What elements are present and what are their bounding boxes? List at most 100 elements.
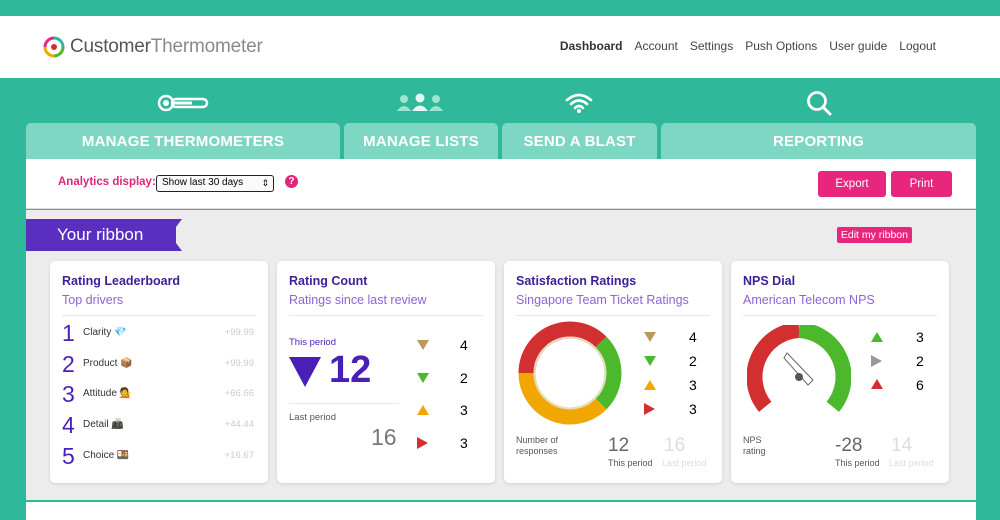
brand-name-part1: Customer bbox=[70, 36, 151, 57]
driver-label: Product 📦 bbox=[83, 358, 133, 369]
nps-gauge bbox=[747, 325, 851, 412]
card-title: Rating Count bbox=[289, 274, 368, 288]
leaderboard-row: 4 Detail 📠 +44.44 bbox=[62, 412, 258, 438]
wifi-icon[interactable] bbox=[549, 88, 609, 118]
donut-segment bbox=[518, 321, 607, 374]
nav-logout[interactable]: Logout bbox=[899, 39, 936, 53]
card-nps-dial[interactable]: NPS Dial American Telecom NPS 3 2 6 NPS … bbox=[731, 261, 949, 483]
top-nav: Dashboard Account Settings Push Options … bbox=[560, 39, 936, 53]
tab-manage-lists[interactable]: MANAGE LISTS bbox=[344, 123, 498, 159]
down-triangle-icon bbox=[289, 357, 321, 387]
responses-label-line1: Number of bbox=[516, 435, 559, 445]
donut-segment bbox=[594, 336, 622, 410]
card-satisfaction-ratings[interactable]: Satisfaction Ratings Singapore Team Tick… bbox=[504, 261, 722, 483]
last-period-label: Last period bbox=[289, 412, 337, 423]
up-triangle-icon bbox=[644, 380, 656, 390]
leaderboard-row: 5 Choice 🍱 +16.67 bbox=[62, 443, 258, 469]
main-tabs: MANAGE THERMOMETERS MANAGE LISTS SEND A … bbox=[26, 123, 976, 159]
breakdown-value: 3 bbox=[460, 402, 468, 418]
donut-segment bbox=[518, 372, 607, 425]
nav-settings[interactable]: Settings bbox=[690, 39, 733, 53]
nps-rating-label-line1: NPS bbox=[743, 435, 762, 445]
thermometer-logo-icon bbox=[43, 36, 65, 58]
driver-label: Detail 📠 bbox=[83, 419, 124, 430]
this-period-responses: 12 bbox=[608, 435, 630, 456]
logo[interactable]: CustomerThermometer bbox=[42, 35, 263, 59]
analytics-select-value: Show last 30 days bbox=[162, 177, 244, 188]
this-period-label: This period bbox=[835, 458, 880, 468]
driver-score: +16.67 bbox=[224, 450, 254, 461]
next-section-edge bbox=[26, 502, 976, 520]
card-title: Satisfaction Ratings bbox=[516, 274, 637, 288]
card-subtitle: Ratings since last review bbox=[289, 293, 427, 307]
responses-label-line2: responses bbox=[516, 446, 558, 456]
down-triangle-icon bbox=[644, 332, 656, 342]
card-rating-leaderboard[interactable]: Rating Leaderboard Top drivers 1 Clarity… bbox=[50, 261, 268, 483]
driver-score: +44.44 bbox=[224, 419, 254, 430]
up-triangle-icon bbox=[871, 379, 883, 389]
driver-score: +66.66 bbox=[224, 388, 254, 399]
card-title: NPS Dial bbox=[743, 274, 796, 288]
driver-score: +99.99 bbox=[224, 358, 254, 369]
chevron-updown-icon: ⇕ bbox=[261, 178, 269, 188]
ribbon-title: Your ribbon bbox=[57, 225, 144, 244]
rank-number: 3 bbox=[62, 381, 75, 407]
right-triangle-icon bbox=[417, 437, 428, 449]
this-period-label: This period bbox=[289, 337, 336, 348]
nav-account[interactable]: Account bbox=[635, 39, 678, 53]
print-button[interactable]: Print bbox=[891, 171, 952, 197]
ribbon-banner: Your ribbon bbox=[26, 219, 182, 251]
last-period-count: 16 bbox=[371, 424, 397, 450]
search-icon[interactable] bbox=[789, 88, 849, 118]
down-triangle-icon bbox=[644, 356, 656, 366]
tab-send-a-blast[interactable]: SEND A BLAST bbox=[502, 123, 657, 159]
last-period-label: Last period bbox=[889, 458, 934, 468]
ribbon-area: Your ribbon Edit my ribbon Rating Leader… bbox=[26, 210, 976, 500]
driver-label: Attitude 💁 bbox=[83, 388, 133, 399]
breakdown-value: 3 bbox=[460, 435, 468, 451]
breakdown-value: 4 bbox=[689, 329, 697, 345]
card-rating-count[interactable]: Rating Count Ratings since last review T… bbox=[277, 261, 495, 483]
analytics-display-select[interactable]: Show last 30 days ⇕ bbox=[156, 175, 274, 192]
nav-dashboard[interactable]: Dashboard bbox=[560, 39, 623, 53]
this-period-nps: -28 bbox=[835, 435, 863, 456]
card-subtitle: Top drivers bbox=[62, 293, 124, 307]
tab-reporting[interactable]: REPORTING bbox=[661, 123, 976, 159]
analytics-display-label: Analytics display: bbox=[58, 176, 156, 188]
card-title: Rating Leaderboard bbox=[62, 274, 181, 288]
section-icons bbox=[0, 88, 1000, 120]
nav-user-guide[interactable]: User guide bbox=[829, 39, 887, 53]
breakdown-value: 4 bbox=[460, 337, 468, 353]
rank-number: 1 bbox=[62, 320, 75, 346]
driver-score: +99.99 bbox=[224, 327, 254, 338]
nps-rating-label-line2: rating bbox=[743, 446, 766, 456]
leaderboard-row: 2 Product 📦 +99.99 bbox=[62, 351, 258, 377]
up-triangle-icon bbox=[871, 332, 883, 342]
breakdown-value: 2 bbox=[916, 353, 924, 369]
driver-label: Choice 🍱 bbox=[83, 450, 130, 461]
edit-ribbon-button[interactable]: Edit my ribbon bbox=[836, 227, 912, 243]
this-period-label: This period bbox=[608, 458, 653, 468]
analytics-control-bar: Analytics display: Show last 30 days ⇕ ?… bbox=[26, 159, 976, 209]
tab-manage-thermometers[interactable]: MANAGE THERMOMETERS bbox=[26, 123, 340, 159]
rank-number: 2 bbox=[62, 351, 75, 377]
last-period-label: Last period bbox=[662, 458, 707, 468]
nav-push-options[interactable]: Push Options bbox=[745, 39, 817, 53]
export-button[interactable]: Export bbox=[818, 171, 886, 197]
rank-number: 4 bbox=[62, 412, 75, 438]
rank-number: 5 bbox=[62, 443, 75, 469]
last-period-responses: 16 bbox=[664, 435, 686, 456]
breakdown-value: 3 bbox=[689, 377, 697, 393]
breakdown-value: 3 bbox=[689, 401, 697, 417]
brand-name-part2: Thermometer bbox=[150, 36, 263, 57]
thermometer-icon[interactable] bbox=[154, 88, 214, 118]
this-period-count: 12 bbox=[329, 349, 372, 391]
help-icon[interactable]: ? bbox=[285, 175, 298, 188]
down-triangle-icon bbox=[417, 340, 429, 350]
right-triangle-icon bbox=[871, 355, 882, 367]
right-triangle-icon bbox=[644, 403, 655, 415]
breakdown-value: 6 bbox=[916, 377, 924, 393]
leaderboard-row: 3 Attitude 💁 +66.66 bbox=[62, 381, 258, 407]
users-icon[interactable] bbox=[390, 88, 450, 118]
satisfaction-donut bbox=[518, 321, 622, 425]
